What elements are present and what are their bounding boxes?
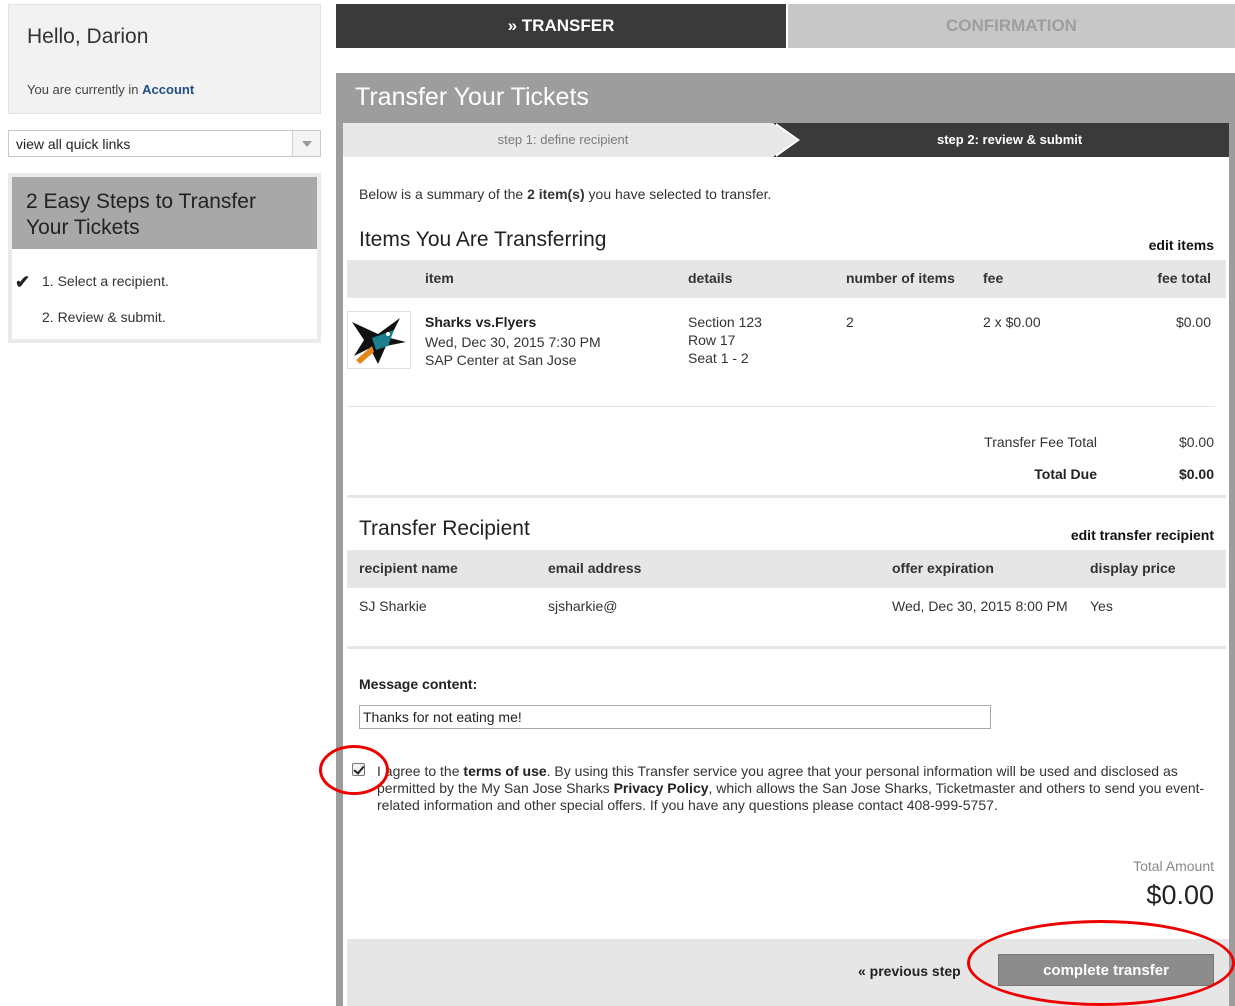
tab-confirmation: CONFIRMATION <box>786 4 1235 48</box>
total-amount-label: Total Amount <box>1133 858 1214 874</box>
divider <box>347 646 1226 649</box>
col-details: details <box>688 270 733 286</box>
wizard-arrow <box>773 123 797 157</box>
event-date: Wed, Dec 30, 2015 7:30 PM <box>425 334 601 350</box>
col-offer-expiration: offer expiration <box>892 560 994 576</box>
seat-row: Row 17 <box>688 332 736 348</box>
items-table-header: item details number of items fee fee tot… <box>347 260 1226 298</box>
items-heading: Items You Are Transferring <box>359 228 607 251</box>
dropdown-button[interactable] <box>292 131 320 156</box>
transfer-content: step 1: define recipient step 2: review … <box>343 123 1229 1006</box>
edit-recipient-link[interactable]: edit transfer recipient <box>1071 527 1214 543</box>
quick-links-select[interactable]: view all quick links <box>8 130 321 157</box>
wizard-step-2: step 2: review & submit <box>773 123 1229 157</box>
current-location: You are currently in Account <box>27 82 194 97</box>
transfer-fee-total-label: Transfer Fee Total <box>984 434 1097 450</box>
total-amount-value: $0.00 <box>1146 880 1214 910</box>
wizard-step-1: step 1: define recipient <box>343 123 783 157</box>
seat-numbers: Seat 1 - 2 <box>688 350 749 366</box>
agree-text-1: I agree to the <box>377 763 464 779</box>
recipient-table-header: recipient name email address offer expir… <box>347 550 1226 588</box>
sharks-logo-icon <box>347 311 411 369</box>
summary-suffix: you have selected to transfer. <box>588 186 772 202</box>
step-item-review-submit: 2. Review & submit. <box>42 309 166 325</box>
page-title: Transfer Your Tickets <box>355 83 589 111</box>
col-number-of-items: number of items <box>846 270 955 286</box>
annotation-ring-checkbox <box>319 745 389 795</box>
col-email: email address <box>548 560 642 576</box>
recipient-email: sjsharkie@ <box>548 598 618 614</box>
transfer-steps-box: 2 Easy Steps to Transfer Your Tickets ✔ … <box>8 173 321 343</box>
user-greeting-box: Hello, Darion You are currently in Accou… <box>8 4 321 114</box>
col-item: item <box>425 270 454 286</box>
seat-section: Section 123 <box>688 314 762 330</box>
quick-links-value: view all quick links <box>16 136 131 152</box>
annotation-ring-button <box>967 920 1235 1006</box>
recipient-name: SJ Sharkie <box>359 598 427 614</box>
transfer-panel: Transfer Your Tickets step 1: define rec… <box>336 73 1235 1006</box>
message-label: Message content: <box>359 676 478 692</box>
col-recipient-name: recipient name <box>359 560 458 576</box>
checkmark-icon: ✔ <box>15 272 31 292</box>
col-fee: fee <box>983 270 1004 286</box>
message-input[interactable] <box>359 705 991 729</box>
col-fee-total: fee total <box>1157 270 1211 286</box>
table-row: Sharks vs.Flyers Wed, Dec 30, 2015 7:30 … <box>347 298 1226 408</box>
total-due-value: $0.00 <box>1178 466 1214 482</box>
previous-step-link[interactable]: « previous step <box>858 963 961 979</box>
summary-count: 2 item(s) <box>527 186 585 202</box>
event-name: Sharks vs.Flyers <box>425 314 537 330</box>
chevron-down-icon <box>302 141 312 147</box>
account-link[interactable]: Account <box>142 82 194 97</box>
offer-expiration: Wed, Dec 30, 2015 8:00 PM <box>892 598 1068 614</box>
col-display-price: display price <box>1090 560 1176 576</box>
step-item-select-recipient: 1. Select a recipient. <box>42 273 169 289</box>
divider <box>347 495 1226 498</box>
display-price: Yes <box>1090 598 1113 614</box>
summary-text: Below is a summary of the 2 item(s) you … <box>359 186 771 202</box>
fee-total-value: $0.00 <box>1175 314 1211 330</box>
location-prefix: You are currently in <box>27 82 139 97</box>
event-venue: SAP Center at San Jose <box>425 352 577 368</box>
fee-value: 2 x $0.00 <box>983 314 1041 330</box>
transfer-fee-total-value: $0.00 <box>1178 434 1214 450</box>
greeting-text: Hello, Darion <box>27 25 149 48</box>
privacy-policy-link[interactable]: Privacy Policy <box>614 780 709 796</box>
total-due-label: Total Due <box>1034 466 1097 482</box>
tab-transfer[interactable]: » TRANSFER <box>336 4 786 48</box>
steps-title: 2 Easy Steps to Transfer Your Tickets <box>12 177 317 249</box>
edit-items-link[interactable]: edit items <box>1149 237 1214 253</box>
recipient-heading: Transfer Recipient <box>359 517 530 540</box>
summary-prefix: Below is a summary of the <box>359 186 524 202</box>
agree-terms-text: I agree to the terms of use. By using th… <box>377 763 1207 814</box>
number-of-items: 2 <box>846 314 854 330</box>
divider <box>347 406 1215 407</box>
terms-of-use-link[interactable]: terms of use <box>463 763 546 779</box>
